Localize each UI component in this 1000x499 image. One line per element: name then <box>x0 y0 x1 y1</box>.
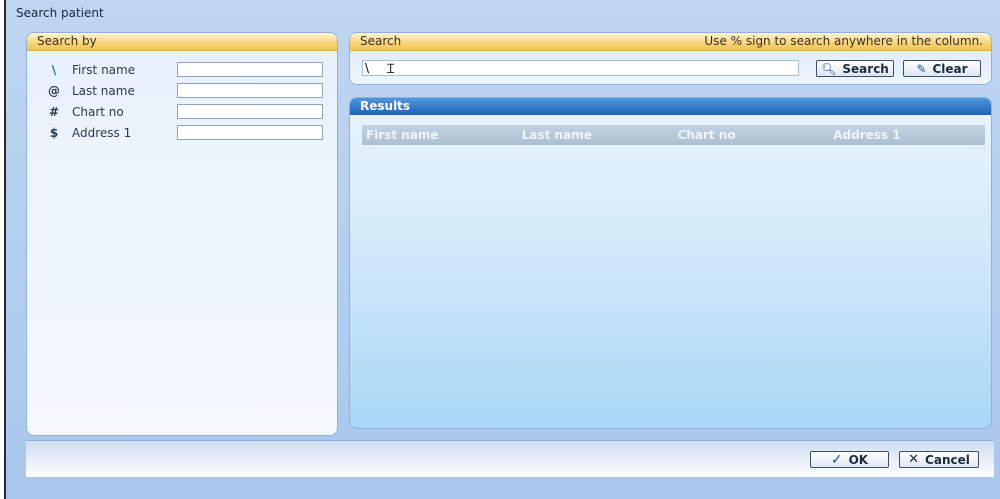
hash-symbol: # <box>48 105 60 119</box>
criteria-row-last-name: @ Last name <box>27 82 337 100</box>
search-panel: Search Use % sign to search anywhere in … <box>349 32 992 85</box>
last-name-input[interactable] <box>177 83 323 98</box>
cancel-button-label: Cancel <box>925 452 970 467</box>
column-header-last-name[interactable]: Last name <box>518 125 674 145</box>
criteria-row-address-1: $ Address 1 <box>27 124 337 142</box>
clear-button-label: Clear <box>932 61 968 76</box>
search-by-header: Search by <box>27 33 337 51</box>
search-button-label: Search <box>842 61 889 76</box>
column-header-chart-no[interactable]: Chart no <box>674 125 830 145</box>
search-header: Search Use % sign to search anywhere in … <box>350 33 991 51</box>
column-header-first-name[interactable]: First name <box>362 125 518 145</box>
checkmark-icon: ✓ <box>830 451 843 468</box>
clear-button[interactable]: ✎ Clear <box>903 60 981 77</box>
close-icon: ✕ <box>908 452 920 467</box>
last-name-label: Last name <box>72 84 135 98</box>
chart-no-label: Chart no <box>72 105 124 119</box>
ok-button[interactable]: ✓ OK <box>810 451 889 468</box>
search-button[interactable]: 🔍︎ Search <box>816 60 894 77</box>
ok-button-label: OK <box>848 452 869 467</box>
backslash-symbol: \ <box>51 63 57 77</box>
search-input[interactable] <box>362 60 799 76</box>
first-name-input[interactable] <box>177 62 323 77</box>
magnifier-icon: 🔍︎ <box>821 61 837 76</box>
first-name-label: First name <box>72 63 136 77</box>
chart-no-input[interactable] <box>177 104 323 119</box>
dollar-symbol: $ <box>49 126 59 140</box>
eraser-icon: ✎ <box>916 61 927 76</box>
results-panel: Results First name Last name Chart no Ad… <box>349 97 992 429</box>
at-symbol: @ <box>48 84 60 98</box>
window-title: Search patient <box>16 6 104 20</box>
column-header-address-1[interactable]: Address 1 <box>829 125 985 145</box>
criteria-row-chart-no: # Chart no <box>27 103 337 121</box>
cancel-button[interactable]: ✕ Cancel <box>899 451 979 468</box>
address-1-input[interactable] <box>177 125 323 140</box>
address-1-label: Address 1 <box>72 126 132 140</box>
search-title: Search <box>360 34 402 48</box>
search-hint: Use % sign to search anywhere in the col… <box>704 34 983 48</box>
search-patient-window: Search patient Search by \ First name @ … <box>4 0 1000 499</box>
results-header: Results <box>350 98 991 115</box>
text-cursor-icon: Ɪ <box>387 62 395 77</box>
results-column-headers: First name Last name Chart no Address 1 <box>362 125 985 145</box>
criteria-row-first-name: \ First name <box>27 61 337 79</box>
search-by-panel: Search by \ First name @ Last name # Cha… <box>26 32 338 436</box>
dialog-footer: ✓ OK ✕ Cancel <box>26 440 994 477</box>
